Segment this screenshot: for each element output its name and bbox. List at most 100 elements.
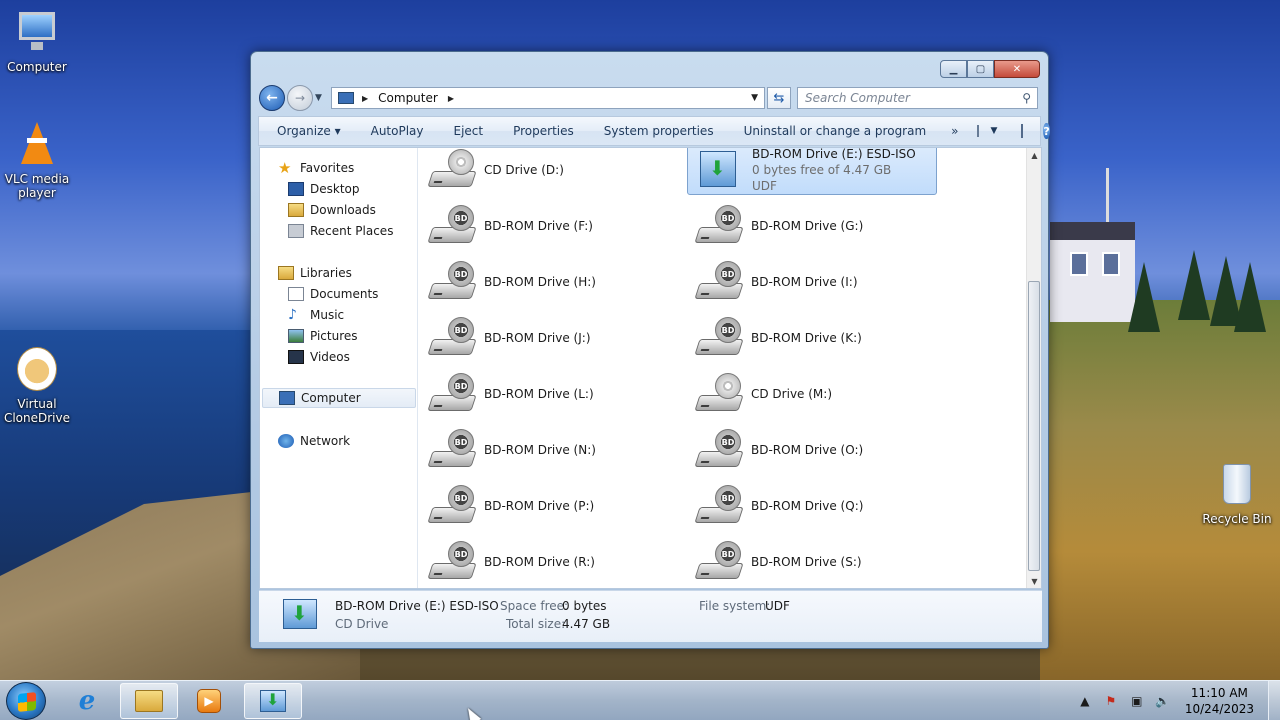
drive-file-system: UDF [752,179,777,193]
scroll-up-icon[interactable]: ▲ [1027,148,1041,162]
drive-item[interactable]: BD BD-ROM Drive (S:) [687,537,937,587]
bd-drive-icon: BD [427,539,478,585]
scroll-thumb[interactable] [1028,281,1040,571]
vertical-scrollbar[interactable]: ▲ ▼ [1026,148,1041,588]
action-center-flag-icon[interactable]: ⚑ [1103,693,1119,709]
breadcrumb-arrow-icon[interactable]: ▶ [362,94,368,103]
iso-drive-icon [260,690,286,712]
taskbar: e ▶ ▲ ⚑ ▣ 🔈 11:10 AM 10/24/2023 [0,680,1280,720]
desktop-icon-computer[interactable]: Computer [0,8,74,74]
taskbar-windows-explorer[interactable] [120,683,178,719]
nav-libraries[interactable]: Libraries [278,263,352,283]
details-pane: BD-ROM Drive (E:) ESD-ISO CD Drive Space… [259,590,1042,642]
eject-button[interactable]: Eject [439,124,499,138]
start-button[interactable] [6,682,46,720]
details-total-size-label: Total size: [506,617,566,631]
volume-muted-icon[interactable]: 🔈 [1155,693,1171,709]
drive-item[interactable]: BD BD-ROM Drive (H:) [420,257,670,307]
clock[interactable]: 11:10 AM 10/24/2023 [1185,685,1254,717]
navigation-bar: ← → ▼ ▶ Computer ▶ ▼ ⇆ Search Computer ⚲ [259,84,1042,112]
nav-recent-places[interactable]: Recent Places [288,221,393,241]
documents-icon [288,287,304,301]
drive-item[interactable]: BD BD-ROM Drive (O:) [687,425,937,475]
music-note-icon: ♪ [288,307,297,323]
drive-item[interactable]: BD BD-ROM Drive (F:) [420,201,670,251]
maximize-button[interactable]: ▢ [967,60,994,78]
nav-pictures[interactable]: Pictures [288,326,358,346]
address-dropdown-icon[interactable]: ▼ [751,93,764,103]
drive-item[interactable]: BD BD-ROM Drive (R:) [420,537,670,587]
folder-icon [135,690,163,712]
desktop-icon-virtual-clonedrive[interactable]: Virtual CloneDrive [0,345,74,425]
recent-pages-dropdown[interactable]: ▼ [315,93,327,103]
refresh-button[interactable]: ⇆ [767,87,791,109]
downloads-folder-icon [288,203,304,217]
nav-network[interactable]: Network [278,431,350,451]
drive-item[interactable]: BD BD-ROM Drive (K:) [687,313,937,363]
drive-name: BD-ROM Drive (R:) [484,555,595,569]
drive-name: BD-ROM Drive (S:) [751,555,862,569]
drive-name: BD-ROM Drive (N:) [484,443,596,457]
bd-drive-icon: BD [694,203,745,249]
drive-item[interactable]: BD BD-ROM Drive (J:) [420,313,670,363]
properties-button[interactable]: Properties [498,124,589,138]
drive-text: BD-ROM Drive (P:) [484,498,594,514]
nav-music[interactable]: ♪ Music [288,305,344,325]
close-button[interactable]: ✕ [994,60,1040,78]
nav-documents[interactable]: Documents [288,284,378,304]
drive-name: CD Drive (D:) [484,163,564,177]
nav-favorites[interactable]: ★ Favorites [278,158,354,178]
drive-item[interactable]: BD BD-ROM Drive (N:) [420,425,670,475]
breadcrumb-computer[interactable]: Computer [378,91,438,105]
address-bar[interactable]: ▶ Computer ▶ ▼ [331,87,765,109]
drive-name: BD-ROM Drive (J:) [484,331,591,345]
uninstall-program-button[interactable]: Uninstall or change a program [729,124,942,138]
back-button[interactable]: ← [259,85,285,111]
cd-drive-icon [427,148,478,193]
nav-desktop[interactable]: Desktop [288,179,360,199]
drive-item[interactable]: BD BD-ROM Drive (P:) [420,481,670,531]
taskbar-internet-explorer[interactable]: e [58,683,116,719]
libraries-icon [278,266,294,280]
search-input[interactable]: Search Computer ⚲ [797,87,1038,109]
more-commands-button[interactable]: » [941,124,968,138]
nav-videos[interactable]: Videos [288,347,350,367]
minimize-button[interactable]: ▁ [940,60,967,78]
nav-downloads[interactable]: Downloads [288,200,376,220]
network-status-icon[interactable]: ▣ [1129,693,1145,709]
show-hidden-icons-button[interactable]: ▲ [1077,693,1093,709]
drive-item[interactable]: CD Drive (M:) [687,369,937,419]
show-desktop-button[interactable] [1268,681,1280,720]
command-bar: Organize ▾ AutoPlay Eject Properties Sys… [258,116,1050,146]
change-view-icon[interactable] [976,125,979,137]
help-icon[interactable]: ? [1043,123,1050,139]
organize-button[interactable]: Organize ▾ [259,124,356,138]
drive-text: BD-ROM Drive (N:) [484,442,596,458]
autoplay-button[interactable]: AutoPlay [356,124,439,138]
taskbar-media-player[interactable]: ▶ [180,683,238,719]
windows-logo-icon [18,692,36,712]
drive-item[interactable]: BD BD-ROM Drive (L:) [420,369,670,419]
view-options-dropdown[interactable]: ▼ [991,126,998,136]
system-tray: ▲ ⚑ ▣ 🔈 11:10 AM 10/24/2023 [1077,681,1280,720]
system-properties-button[interactable]: System properties [589,124,729,138]
drive-item[interactable]: CD Drive (D:) [420,148,670,195]
drive-name: BD-ROM Drive (P:) [484,499,595,513]
desktop-icon-recycle-bin[interactable]: Recycle Bin [1200,460,1274,526]
drive-item[interactable]: BD BD-ROM Drive (I:) [687,257,937,307]
bd-drive-icon: BD [694,539,745,585]
scroll-down-icon[interactable]: ▼ [1027,574,1041,588]
drive-item[interactable]: BD BD-ROM Drive (G:) [687,201,937,251]
forward-button[interactable]: → [287,85,313,111]
preview-pane-icon[interactable] [1021,124,1024,138]
search-icon[interactable]: ⚲ [1022,91,1031,105]
breadcrumb-arrow-icon[interactable]: ▶ [448,94,454,103]
drive-text: BD-ROM Drive (L:) [484,386,594,402]
nav-computer[interactable]: Computer [262,388,416,408]
desktop-icon-vlc[interactable]: VLC media player [0,120,74,200]
drive-item[interactable]: BD-ROM Drive (E:) ESD-ISO 0 bytes free of… [687,148,937,195]
taskbar-virtual-clonedrive[interactable] [244,683,302,719]
drive-item[interactable]: BD BD-ROM Drive (Q:) [687,481,937,531]
bd-drive-icon: BD [427,371,478,417]
drive-text: BD-ROM Drive (H:) [484,274,596,290]
